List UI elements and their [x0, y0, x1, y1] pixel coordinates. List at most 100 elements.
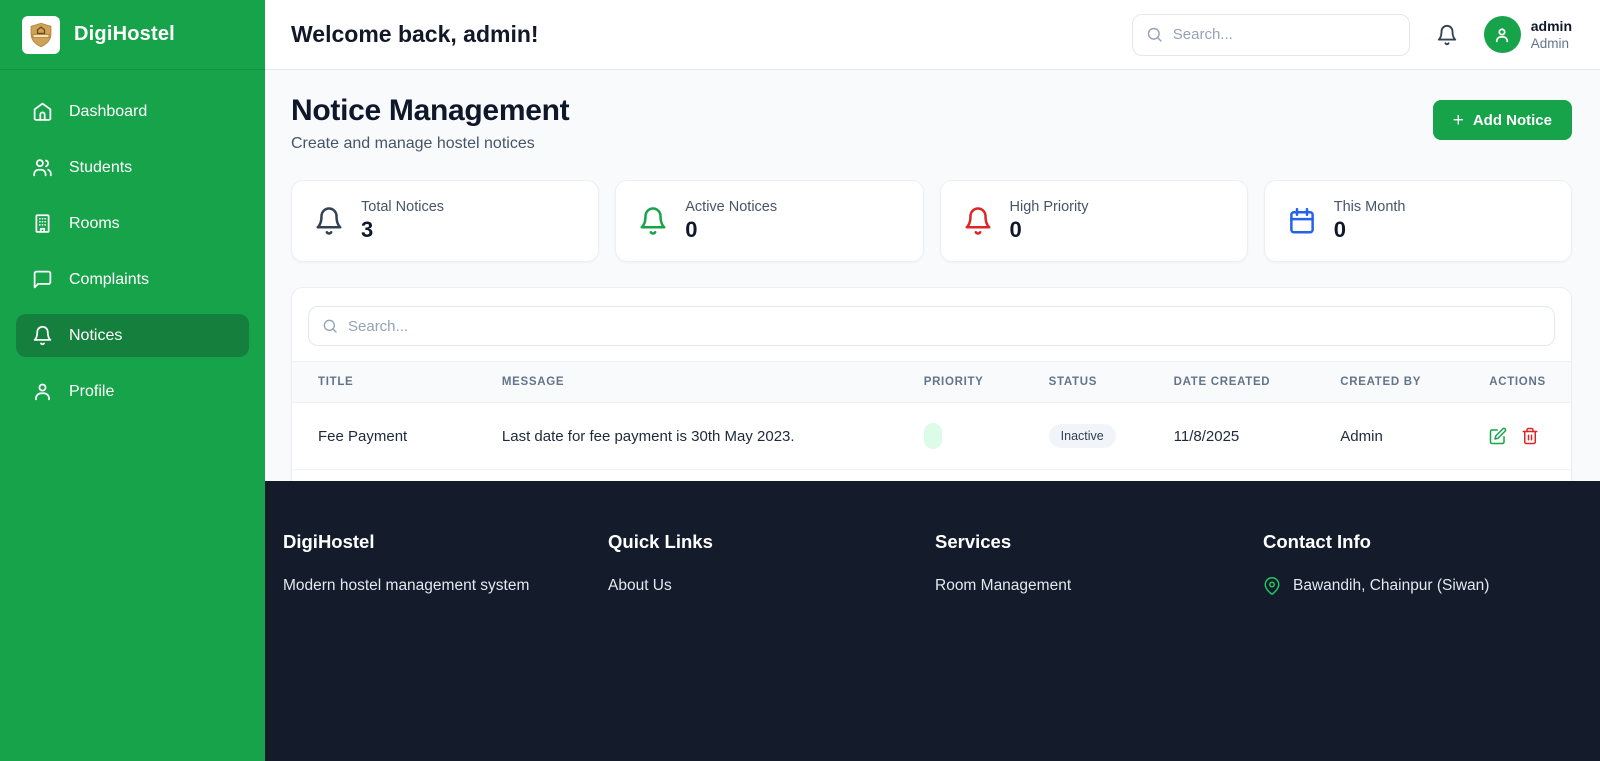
add-notice-button[interactable]: + Add Notice [1432, 100, 1572, 140]
status-badge: Inactive [1048, 424, 1116, 448]
sidebar-item-complaints[interactable]: Complaints [16, 258, 249, 301]
footer-link-about-us[interactable]: About Us [608, 577, 935, 595]
col-title: Title [318, 376, 354, 388]
footer-quick-links-title: Quick Links [608, 531, 713, 552]
content: Notice Management Create and manage host… [265, 70, 1600, 481]
user-name: admin [1530, 17, 1572, 34]
footer-quick-links-col: Quick Links About Us [608, 531, 935, 761]
footer-brand-col: DigiHostel Modern hostel management syst… [283, 531, 608, 761]
stat-value: 0 [685, 217, 698, 242]
table-search[interactable] [308, 306, 1555, 346]
avatar [1483, 16, 1521, 53]
col-date: Date Created [1173, 376, 1271, 388]
footer-contact-title: Contact Info [1263, 531, 1371, 552]
edit-icon [1489, 427, 1507, 445]
footer-brand-title: DigiHostel [283, 531, 375, 552]
stat-card-this-month: This Month 0 [1263, 180, 1572, 262]
add-notice-label: Add Notice [1472, 111, 1552, 129]
stat-label: This Month [1333, 199, 1406, 215]
search-icon [1147, 27, 1162, 42]
table-row: Fee Payment Last date for fee payment is… [292, 403, 1571, 470]
table-header-row: Title Message Priority Status Date Creat… [292, 361, 1571, 403]
col-actions: Actions [1489, 376, 1546, 388]
sidebar-item-dashboard[interactable]: Dashboard [16, 90, 249, 133]
calendar-icon [1289, 207, 1314, 234]
bell-icon [316, 207, 342, 235]
brand-name: DigiHostel [74, 23, 175, 45]
search-icon [323, 319, 337, 333]
priority-badge [923, 423, 942, 449]
chat-icon [33, 270, 52, 289]
users-icon [33, 159, 52, 177]
col-message: Message [501, 376, 565, 388]
user-icon [1496, 27, 1509, 42]
notices-table-card: Title Message Priority Status Date Creat… [291, 287, 1572, 481]
page-title: Notice Management [291, 94, 570, 127]
sidebar-item-label: Rooms [69, 214, 120, 232]
footer-contact-address-row: Bawandih, Chainpur (Siwan) [1263, 577, 1584, 595]
topbar: Welcome back, admin! admin Admin [265, 0, 1600, 70]
main-area: Welcome back, admin! admin Admin [265, 0, 1600, 761]
stat-value: 0 [1333, 217, 1346, 242]
trash-icon [1522, 427, 1538, 445]
brand: DigiHostel [0, 0, 265, 70]
sidebar-item-label: Students [69, 158, 133, 176]
home-icon [33, 102, 52, 121]
delete-button[interactable] [1521, 427, 1539, 445]
sidebar-item-students[interactable]: Students [16, 146, 249, 189]
notice-message: Maintenance work will be carried out in … [489, 469, 912, 481]
global-search[interactable] [1131, 13, 1410, 56]
stat-cards: Total Notices 3 Active Notices 0 High Pr… [291, 180, 1572, 262]
table-row: Maintenance Work Maintenance work will b… [292, 469, 1571, 481]
stat-value: 3 [361, 217, 374, 242]
user-meta: admin Admin [1531, 17, 1572, 53]
notice-title: Maintenance Work [292, 469, 490, 481]
sidebar: DigiHostel Dashboard Students Rooms Comp… [0, 0, 265, 761]
stat-label: Total Notices [361, 199, 445, 215]
bell-icon [33, 325, 52, 346]
page-subtitle: Create and manage hostel notices [291, 135, 535, 152]
notice-message: Last date for fee payment is 30th May 20… [501, 427, 795, 445]
sidebar-item-label: Dashboard [69, 102, 148, 120]
created-by: Admin [1340, 427, 1383, 445]
stat-card-high-priority: High Priority 0 [939, 180, 1248, 262]
stat-value: 0 [1009, 217, 1022, 242]
building-icon [35, 214, 50, 233]
col-created: Created By [1340, 376, 1422, 388]
sidebar-item-label: Complaints [69, 270, 150, 288]
notifications-bell-icon[interactable] [1436, 24, 1458, 46]
digihostel-logo-icon [22, 15, 60, 54]
sidebar-item-notices[interactable]: Notices [16, 314, 249, 357]
bell-icon [640, 207, 666, 235]
footer-services-title: Services [935, 531, 1012, 552]
user-menu[interactable]: admin Admin [1483, 16, 1572, 53]
created-by: Admin [1328, 469, 1478, 481]
sidebar-item-label: Notices [69, 326, 123, 344]
edit-button[interactable] [1489, 427, 1507, 445]
col-priority: Priority [923, 376, 984, 388]
page-head: Notice Management Create and manage host… [291, 94, 1572, 153]
footer-tagline: Modern hostel management system [283, 577, 530, 594]
table-search-input[interactable] [348, 317, 1541, 335]
notice-title: Fee Payment [318, 427, 408, 445]
topbar-right: admin Admin [1131, 13, 1572, 56]
footer: DigiHostel Modern hostel management syst… [265, 481, 1600, 761]
user-icon [35, 383, 50, 401]
notices-table: Title Message Priority Status Date Creat… [292, 361, 1571, 481]
footer-contact-address: Bawandih, Chainpur (Siwan) [1293, 577, 1490, 594]
sidebar-item-rooms[interactable]: Rooms [16, 202, 249, 245]
stat-label: Active Notices [685, 199, 778, 215]
map-pin-icon [1264, 577, 1280, 595]
footer-contact-col: Contact Info Bawandih, Chainpur (Siwan) [1263, 531, 1584, 761]
col-status: Status [1048, 376, 1098, 388]
footer-services-col: Services Room Management [935, 531, 1263, 761]
footer-link-room-management[interactable]: Room Management [935, 577, 1263, 595]
sidebar-item-profile[interactable]: Profile [16, 370, 249, 413]
stat-card-total-notices: Total Notices 3 [291, 180, 600, 262]
stat-card-active-notices: Active Notices 0 [615, 180, 924, 262]
stat-label: High Priority [1009, 199, 1089, 215]
sidebar-item-label: Profile [69, 382, 115, 400]
sidebar-nav: Dashboard Students Rooms Complaints Noti… [0, 70, 265, 446]
date-created: 11/8/2025 [1161, 469, 1329, 481]
global-search-input[interactable] [1172, 26, 1396, 43]
